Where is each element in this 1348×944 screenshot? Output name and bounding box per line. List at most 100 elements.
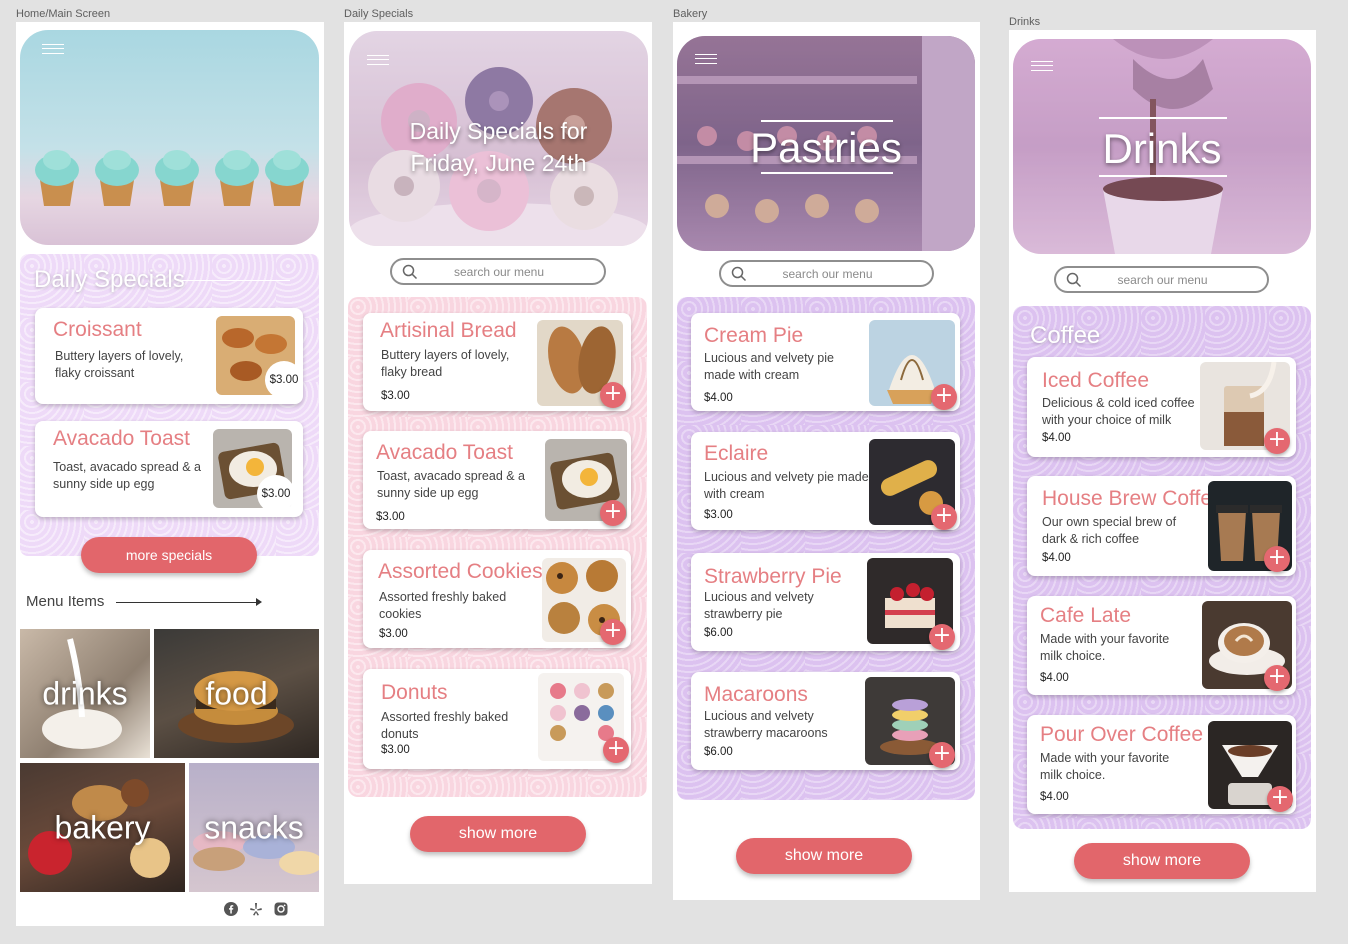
add-button[interactable]: +	[600, 619, 626, 645]
card-desc-2: with your choice of milk	[1042, 413, 1172, 427]
search-placeholder: search our menu	[453, 264, 545, 279]
instagram-icon[interactable]	[274, 902, 288, 916]
search-placeholder: search our menu	[1117, 272, 1208, 287]
card-title: Eclaire	[704, 442, 769, 465]
menu-card[interactable]: Iced Coffee Delicious & cold iced coffee…	[1027, 357, 1296, 457]
frame-label-bakery: Bakery	[673, 8, 708, 20]
search-placeholder: search our menu	[782, 266, 873, 281]
card-price: $6.00	[704, 746, 733, 758]
show-more-button[interactable]: show more	[736, 838, 912, 874]
show-more-button[interactable]: show more	[1074, 843, 1250, 879]
card-price: $3.00	[376, 511, 405, 523]
search-input[interactable]: search our menu	[390, 258, 606, 285]
menu-arrow-line	[116, 602, 260, 603]
frame-label-daily: Daily Specials	[344, 8, 414, 20]
card-desc-2: sunny side up egg	[53, 477, 155, 491]
drinks-screen: Drinks search our menu Coffee Iced Coffe…	[1009, 30, 1316, 892]
facebook-icon[interactable]	[224, 902, 238, 916]
search-icon	[731, 266, 747, 281]
menu-icon[interactable]	[367, 55, 389, 65]
tile-drinks[interactable]: drinks	[20, 629, 150, 758]
menu-card[interactable]: Cafe Late Made with your favorite milk c…	[1027, 596, 1296, 695]
price-badge: $3.00	[265, 361, 303, 399]
card-title: Artisinal Bread	[380, 319, 517, 342]
menu-card[interactable]: Donuts Assorted freshly baked donuts $3.…	[363, 669, 631, 769]
card-price: $3.00	[381, 390, 410, 402]
add-button[interactable]: +	[1264, 665, 1290, 691]
card-desc-2: made with cream	[704, 368, 800, 382]
card-desc-1: Delicious & cold iced coffee	[1042, 396, 1195, 410]
title-line-top	[761, 120, 893, 122]
daily-items-panel: Artisinal Bread Buttery layers of lovely…	[348, 297, 647, 797]
menu-card[interactable]: Assorted Cookies Assorted freshly baked …	[363, 550, 631, 648]
card-desc-1: Toast, avacado spread & a	[377, 469, 526, 483]
tile-snacks[interactable]: snacks	[189, 763, 319, 892]
title-line-bottom	[761, 172, 893, 174]
card-desc-2: strawberry pie	[704, 607, 783, 621]
tile-bakery[interactable]: bakery	[20, 763, 185, 892]
search-input[interactable]: search our menu	[1054, 266, 1269, 293]
card-title: Cream Pie	[704, 324, 804, 347]
yelp-icon[interactable]	[249, 902, 263, 916]
card-price: $4.00	[1040, 672, 1069, 684]
frame-label-drinks: Drinks	[1009, 16, 1041, 28]
menu-icon[interactable]	[42, 44, 64, 54]
menu-card[interactable]: House Brew Coffee Our own special brew o…	[1027, 476, 1296, 576]
card-title: Cafe Late	[1040, 604, 1132, 627]
card-desc-1: Lucious and velvety pie	[704, 351, 834, 365]
daily-specials-panel: Daily Specials Croissant Buttery layers …	[20, 254, 319, 556]
card-desc-2: strawberry macaroons	[704, 726, 828, 740]
menu-icon[interactable]	[695, 54, 717, 64]
tile-food[interactable]: food	[154, 629, 319, 758]
add-button[interactable]: +	[1264, 428, 1290, 454]
menu-card[interactable]: Strawberry Pie Lucious and velvety straw…	[691, 553, 960, 651]
arrow-line	[182, 280, 290, 281]
card-desc-2: flaky bread	[381, 365, 443, 379]
menu-card[interactable]: Eclaire Lucious and velvety pie made wit…	[691, 432, 960, 530]
hero-title-line-2: Friday, June 24th	[410, 150, 587, 176]
menu-card[interactable]: Cream Pie Lucious and velvety pie made w…	[691, 313, 960, 411]
add-button[interactable]: +	[1267, 786, 1293, 812]
tile-label: drinks	[42, 675, 128, 711]
more-specials-button[interactable]: more specials	[81, 537, 257, 573]
home-screen: Daily Specials Croissant Buttery layers …	[16, 22, 324, 926]
show-more-button[interactable]: show more	[410, 816, 586, 852]
special-card[interactable]: Croissant Buttery layers of lovely, flak…	[35, 308, 303, 404]
card-price: $4.00	[1042, 552, 1071, 564]
menu-card[interactable]: Pour Over Coffee Made with your favorite…	[1027, 715, 1296, 814]
card-title: Strawberry Pie	[704, 565, 842, 588]
add-button[interactable]: +	[600, 382, 626, 408]
add-button[interactable]: +	[600, 500, 626, 526]
search-input[interactable]: search our menu	[719, 260, 934, 287]
add-button[interactable]: +	[929, 624, 955, 650]
card-title: Croissant	[53, 318, 142, 341]
add-button[interactable]: +	[1264, 546, 1290, 572]
add-button[interactable]: +	[931, 384, 957, 410]
menu-card[interactable]: Artisinal Bread Buttery layers of lovely…	[363, 313, 631, 411]
cupcakes-image	[35, 150, 309, 206]
card-desc-1: Lucious and velvety	[704, 590, 814, 604]
section-title: Coffee	[1030, 322, 1101, 349]
frame-label-home: Home/Main Screen	[16, 8, 111, 20]
search-icon	[402, 264, 418, 279]
card-desc-2: sunny side up egg	[377, 486, 479, 500]
special-card[interactable]: Avacado Toast Toast, avacado spread & a …	[35, 421, 303, 517]
add-button[interactable]: +	[603, 737, 629, 763]
card-desc-2: flaky croissant	[55, 366, 135, 380]
menu-card[interactable]: Macaroons Lucious and velvety strawberry…	[691, 672, 960, 770]
card-title: Macaroons	[704, 683, 808, 706]
card-desc-2: dark & rich coffee	[1042, 532, 1140, 546]
menu-card[interactable]: Avacado Toast Toast, avacado spread & a …	[363, 431, 631, 529]
tile-label: food	[205, 675, 268, 711]
add-button[interactable]: +	[929, 742, 955, 768]
home-hero-image	[20, 30, 319, 245]
card-desc-1: Lucious and velvety	[704, 709, 814, 723]
card-title: Iced Coffee	[1042, 369, 1150, 392]
add-button[interactable]: +	[931, 504, 957, 530]
card-desc-1: Made with your favorite	[1040, 632, 1170, 646]
hero-title: Pastries	[750, 124, 902, 171]
hero-title: Drinks	[1102, 125, 1222, 172]
card-desc-2: milk choice.	[1040, 768, 1106, 782]
card-price: $3.00	[379, 628, 408, 640]
menu-icon[interactable]	[1031, 61, 1053, 71]
